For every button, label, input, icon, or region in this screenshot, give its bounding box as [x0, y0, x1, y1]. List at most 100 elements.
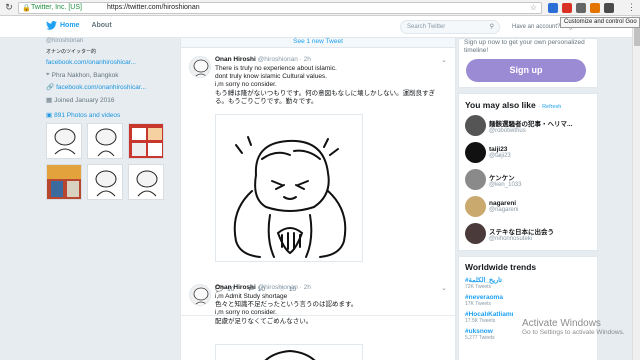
photo-thumbnail[interactable]	[87, 123, 123, 159]
profile-location: ⌖ Phra Nakhon, Bangkok	[46, 71, 174, 79]
photos-text: 891 Photos and videos	[54, 111, 121, 119]
watermark-subtitle: Go to Settings to activate Windows.	[522, 329, 625, 336]
tweet[interactable]: Onan Hiroshi @hiroshionan · 2h ⌄ i,m Adm…	[181, 284, 455, 360]
tweet-line: る。もうごりごりです。勤々です。	[215, 97, 318, 105]
suggestion-item[interactable]: 麺骸選騒者の犯事・ヘリマ... @robotwithus	[465, 114, 591, 137]
extension-icon[interactable]	[590, 3, 600, 13]
photos-link[interactable]: ▣ 891 Photos and videos	[46, 111, 174, 120]
trend-tag[interactable]: #neveraoma	[465, 294, 591, 301]
trend-count: 17K Tweets	[465, 301, 492, 307]
home-label: Home	[60, 22, 80, 29]
tweet-line: 色々と知識不足だったという言うのは認めます。	[215, 301, 358, 309]
search-placeholder: Search Twitter	[407, 24, 446, 30]
suggestion-name[interactable]: taiji23	[489, 146, 511, 153]
photo-thumbnail[interactable]	[46, 123, 82, 159]
suggestion-name[interactable]: 麺骸選騒者の犯事・ヘリマ...	[489, 118, 572, 128]
profile-handle: @hiroshionan	[46, 38, 84, 44]
joined-text: Joined January 2016	[54, 96, 115, 104]
tweet-line: dont truly know islamic Cultural values.	[215, 73, 327, 81]
avatar[interactable]	[465, 223, 486, 244]
extension-icon[interactable]	[548, 3, 558, 13]
photo-icon: ▣	[46, 112, 53, 119]
chrome-menu-icon[interactable]: ⋮	[627, 2, 636, 13]
avatar[interactable]	[465, 142, 486, 163]
twitter-topbar: Home About Search Twitter ⚲ Have an acco…	[0, 16, 640, 38]
certificate-label: Twitter, Inc. [US]	[31, 4, 82, 11]
tweet-line: 配慮が足りなくてごめんなさい。	[215, 317, 313, 325]
tweet-header: Onan Hiroshi @hiroshionan · 2h	[215, 56, 311, 63]
page-scrollbar[interactable]	[632, 16, 640, 360]
address-bar[interactable]: 🔒 Twitter, Inc. [US] https://twitter.com…	[18, 2, 542, 14]
avatar[interactable]	[189, 284, 211, 306]
author-handle[interactable]: @hiroshionan	[258, 284, 298, 291]
tweet-line: i,m sorry no consider.	[215, 309, 277, 317]
bookmark-star-icon[interactable]: ☆	[530, 3, 537, 13]
signup-button[interactable]: Sign up	[466, 59, 586, 82]
tweet-image[interactable]	[215, 114, 363, 262]
suggestion-item[interactable]: nagareni @nagareni	[465, 195, 591, 218]
photo-thumbnail[interactable]	[87, 164, 123, 200]
profile-website[interactable]: 🔗 facebook.com/onanhiroshicar...	[46, 83, 174, 92]
watermark-title: Activate Windows	[522, 318, 601, 329]
reload-icon[interactable]: ↻	[4, 2, 14, 12]
profile-bio: オナンのツイッター的	[46, 49, 97, 55]
windows-activation-watermark: Activate Windows Go to Settings to activ…	[522, 318, 625, 336]
avatar[interactable]	[465, 115, 486, 136]
wtf-title: You may also like	[465, 100, 536, 110]
profile-joined: ▦ Joined January 2016	[46, 96, 174, 105]
suggestion-name[interactable]: nagareni	[489, 200, 518, 207]
tweet-line: i,m Admit Study shortage	[215, 293, 288, 300]
author-handle[interactable]: @hiroshionan	[258, 56, 298, 63]
right-sidebar: Sign up now to get your own personalized…	[458, 38, 598, 360]
photo-thumbnail[interactable]	[128, 164, 164, 200]
tweet-line: もう縛は隆がないつもりです。何の意図もなしに壊しかしない。運削良すぎ	[215, 89, 436, 97]
who-to-follow: You may also like · Refresh 麺骸選騒者の犯事・ヘリマ…	[458, 93, 598, 251]
browser-toolbar: ↻ 🔒 Twitter, Inc. [US] https://twitter.c…	[0, 0, 640, 16]
suggestion-name[interactable]: ケンケン	[489, 172, 521, 182]
new-tweets-bar[interactable]: See 1 new Tweet	[181, 38, 455, 48]
trend-count: 72K Tweets	[465, 284, 492, 290]
menu-tooltip: Customize and control Goo	[560, 17, 640, 28]
refresh-link[interactable]: · Refresh	[539, 104, 562, 110]
tweet-image[interactable]	[215, 344, 363, 360]
tweet-line: i,m sorry no consider.	[215, 81, 277, 89]
trend-tag[interactable]: #تاريخ_الكلمة	[465, 276, 591, 284]
chevron-down-icon[interactable]: ⌄	[441, 284, 447, 292]
suggestion-handle: @ken_1033	[489, 181, 522, 188]
author-name[interactable]: Onan Hiroshi	[215, 56, 256, 63]
about-nav[interactable]: About	[91, 22, 111, 29]
avatar[interactable]	[465, 169, 486, 190]
tweet-text: i,m Admit Study shortage 色々と知識不足だったという言う…	[215, 293, 357, 326]
trend-item[interactable]: #neveraoma 17K Tweets	[465, 294, 591, 307]
top-nav: Home About	[46, 21, 112, 30]
avatar[interactable]	[189, 56, 211, 78]
extension-icon[interactable]	[562, 3, 572, 13]
extension-icon[interactable]	[604, 3, 614, 13]
suggestion-name[interactable]: ステキな日本に出会う	[489, 226, 554, 236]
extension-icon[interactable]	[576, 3, 586, 13]
chevron-down-icon[interactable]: ⌄	[441, 56, 447, 64]
calendar-icon: ▦	[46, 97, 53, 104]
avatar[interactable]	[465, 196, 486, 217]
website-text: facebook.com/onanhiroshicar...	[56, 83, 147, 91]
url-text: https://twitter.com/hiroshionan	[107, 4, 200, 11]
link-icon: 🔗	[46, 84, 55, 91]
photo-thumbnail[interactable]	[128, 123, 164, 159]
suggestion-item[interactable]: ケンケン @ken_1033	[465, 168, 591, 191]
suggestion-item[interactable]: ステキな日本に出会う @nihonnosuteki	[465, 222, 591, 245]
trends-panel: Worldwide trends #تاريخ_الكلمة 72K Tweet…	[458, 256, 598, 360]
tweet-time[interactable]: · 2h	[300, 56, 311, 63]
suggestion-item[interactable]: taiji23 @taiji23	[465, 141, 591, 164]
author-name[interactable]: Onan Hiroshi	[215, 284, 256, 291]
search-input[interactable]: Search Twitter ⚲	[400, 20, 500, 34]
tweet-time[interactable]: · 2h	[300, 284, 311, 291]
tweet[interactable]: Onan Hiroshi @hiroshionan · 2h ⌄ There i…	[181, 56, 455, 316]
profile-link[interactable]: facebook.com/onanhiroshicar...	[46, 59, 174, 66]
trend-item[interactable]: #تاريخ_الكلمة 72K Tweets	[465, 276, 591, 290]
tweet-line: There is truly no experience about islam…	[215, 65, 337, 72]
search-icon[interactable]: ⚲	[490, 21, 494, 33]
trends-title: Worldwide trends	[465, 262, 537, 272]
trend-tag[interactable]: #HocalıKatliamı	[465, 311, 591, 318]
photo-thumbnail[interactable]	[46, 164, 82, 200]
home-nav[interactable]: Home	[46, 21, 79, 30]
